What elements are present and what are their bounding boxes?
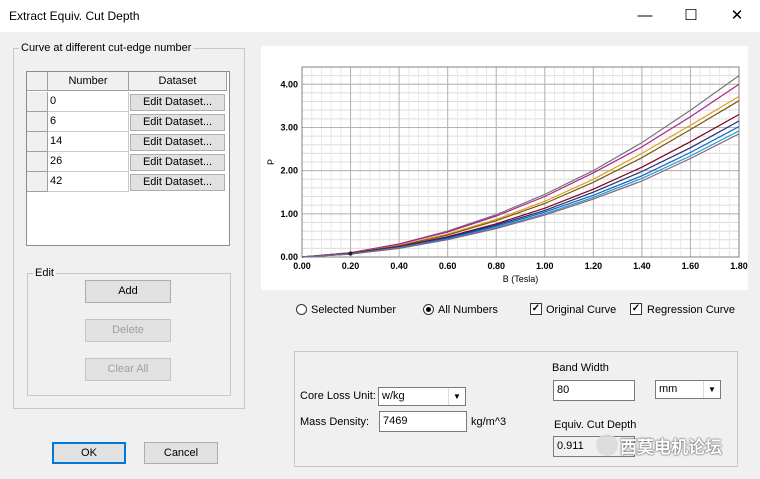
all-numbers-radio[interactable] [423,304,434,315]
number-cell[interactable]: 26 [48,152,129,172]
curve-table: Number Dataset 0 Edit Dataset... 6 Edit … [26,71,230,246]
core-loss-unit-value: w/kg [382,390,405,402]
core-loss-unit-select[interactable]: w/kg ▼ [378,387,466,406]
series-line-2 [301,95,740,258]
y-axis-label: P [266,159,276,165]
y-tick-label: 1.00 [280,209,298,219]
series-line-6 [301,126,740,258]
wechat-logo-icon [596,434,618,456]
chart-panel: 0.00 1.00 2.00 3.00 4.00 0.00 0.20 0.40 0.60 0.80… [261,46,748,290]
cancel-button[interactable]: Cancel [144,442,218,464]
chevron-down-icon: ▼ [703,381,720,398]
series-line-7 [301,130,740,258]
selected-number-label: Selected Number [311,304,396,316]
watermark-text: 西莫电机论坛 [620,438,722,457]
number-cell[interactable]: 6 [48,112,129,132]
original-curve-checkbox[interactable]: ✓ [530,303,542,315]
original-curve-label: Original Curve [546,304,617,316]
equiv-cut-depth-label: Equiv. Cut Depth [554,419,637,431]
y-tick-label: 2.00 [280,166,298,176]
x-tick-label: 0.60 [439,261,457,271]
clear-all-button[interactable]: Clear All [85,358,171,381]
core-loss-unit-label: Core Loss Unit: [300,390,376,402]
edit-dataset-button[interactable]: Edit Dataset... [130,174,225,191]
window-title: Extract Equiv. Cut Depth [9,9,140,23]
edit-dataset-button[interactable]: Edit Dataset... [130,154,225,171]
row-header[interactable] [27,132,48,152]
column-header-number: Number [48,72,129,91]
column-header-dataset: Dataset [129,72,227,91]
add-button[interactable]: Add [85,280,171,303]
edit-dataset-button[interactable]: Edit Dataset... [130,134,225,151]
series-line-8 [301,133,740,258]
title-bar: Extract Equiv. Cut Depth — ☐ ✕ [0,0,760,32]
x-tick-label: 0.20 [342,261,360,271]
chevron-down-icon: ▼ [448,388,465,405]
row-header[interactable] [27,92,48,112]
data-point-marker [348,251,353,256]
regression-curve-checkbox[interactable]: ✓ [630,303,642,315]
number-cell[interactable]: 14 [48,132,129,152]
curve-group-label: Curve at different cut-edge number [19,42,194,54]
x-tick-label: 1.00 [536,261,554,271]
band-width-unit-select[interactable]: mm ▼ [655,380,721,399]
minimize-button[interactable]: — [622,0,668,32]
x-tick-label: 1.80 [730,261,748,271]
edit-dataset-button[interactable]: Edit Dataset... [130,94,225,111]
delete-button[interactable]: Delete [85,319,171,342]
mass-density-unit: kg/m^3 [471,416,507,428]
x-tick-label: 1.40 [633,261,651,271]
maximize-button[interactable]: ☐ [668,0,714,32]
y-tick-label: 4.00 [280,79,298,89]
edit-group-label: Edit [33,267,56,279]
close-button[interactable]: ✕ [714,0,760,32]
band-width-input[interactable]: 80 [553,380,635,401]
row-header[interactable] [27,152,48,172]
number-cell[interactable]: 42 [48,172,129,192]
mass-density-input[interactable]: 7469 [379,411,467,432]
edit-dataset-button[interactable]: Edit Dataset... [130,114,225,131]
x-axis-label: B (Tesla) [503,274,539,284]
all-numbers-label: All Numbers [438,304,498,316]
number-cell[interactable]: 0 [48,92,129,112]
loss-curve-chart: 0.001.002.003.004.000.00 0.20 0.40 0.60 0.80… [266,66,748,284]
band-width-unit-value: mm [659,383,678,395]
mass-density-label: Mass Density: [300,416,370,428]
ok-button[interactable]: OK [52,442,126,464]
x-tick-label: 1.20 [585,261,603,271]
selected-number-radio[interactable] [296,304,307,315]
series-line-5 [301,120,740,258]
x-tick-label: 0.40 [390,261,408,271]
regression-curve-label: Regression Curve [647,304,736,316]
x-tick-label: 0.00 [293,261,311,271]
band-width-label: Band Width [552,362,609,374]
row-header[interactable] [27,172,48,192]
row-header[interactable] [27,112,48,132]
x-tick-label: 1.60 [682,261,700,271]
y-tick-label: 3.00 [280,122,298,132]
x-tick-label: 0.80 [487,261,505,271]
table-corner [27,72,48,91]
